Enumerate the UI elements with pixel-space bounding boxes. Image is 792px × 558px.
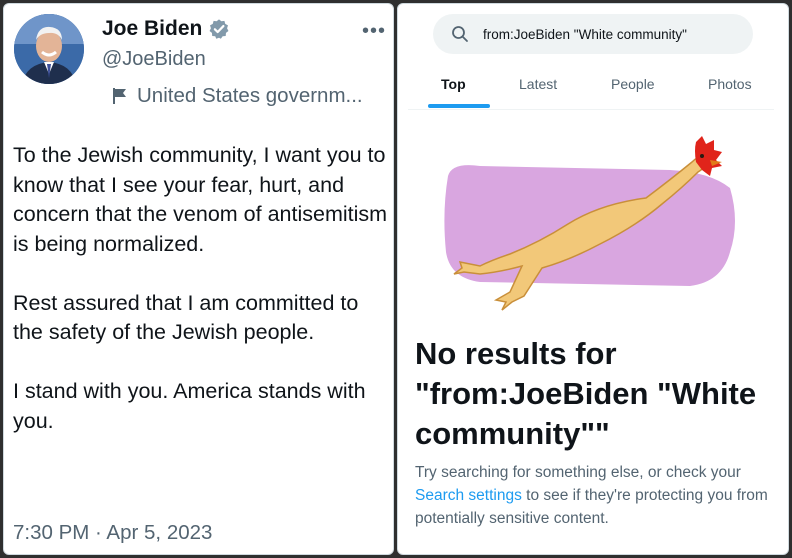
search-icon xyxy=(452,26,468,42)
timestamp[interactable]: 7:30 PM · Apr 5, 2023 xyxy=(13,521,212,545)
no-results-title: No results for "from:JoeBiden "White com… xyxy=(415,336,757,451)
avatar[interactable] xyxy=(14,14,84,84)
tab-photos[interactable]: Photos xyxy=(708,76,752,92)
tab-latest[interactable]: Latest xyxy=(519,76,557,92)
more-icon[interactable]: ••• xyxy=(362,20,386,43)
flag-icon xyxy=(113,88,126,104)
name-row: Joe Biden xyxy=(102,17,230,41)
rubber-chicken-illustration xyxy=(444,136,735,311)
verified-badge-icon xyxy=(209,19,229,39)
no-results-message: Try searching for something else, or che… xyxy=(415,461,785,530)
search-bar[interactable]: from:JoeBiden "White community" xyxy=(433,14,753,54)
tweet-text: To the Jewish community, I want you to k… xyxy=(13,143,388,433)
display-name[interactable]: Joe Biden xyxy=(102,17,202,41)
search-input[interactable]: from:JoeBiden "White community" xyxy=(483,27,687,42)
tab-top[interactable]: Top xyxy=(441,76,466,92)
handle[interactable]: @JoeBiden xyxy=(102,48,206,71)
active-tab-indicator xyxy=(428,104,490,108)
tweet-panel: Joe Biden @JoeBiden ••• United States go… xyxy=(3,3,394,555)
affiliation-text: United States governm... xyxy=(137,84,363,107)
search-tabs: Top Latest People Photos xyxy=(408,62,774,110)
search-settings-link[interactable]: Search settings xyxy=(415,487,522,504)
tab-people[interactable]: People xyxy=(611,76,655,92)
no-results-text-before: Try searching for something else, or che… xyxy=(415,464,741,481)
affiliation-label[interactable]: United States governm... xyxy=(112,84,363,108)
search-panel: from:JoeBiden "White community" Top Late… xyxy=(397,3,789,555)
